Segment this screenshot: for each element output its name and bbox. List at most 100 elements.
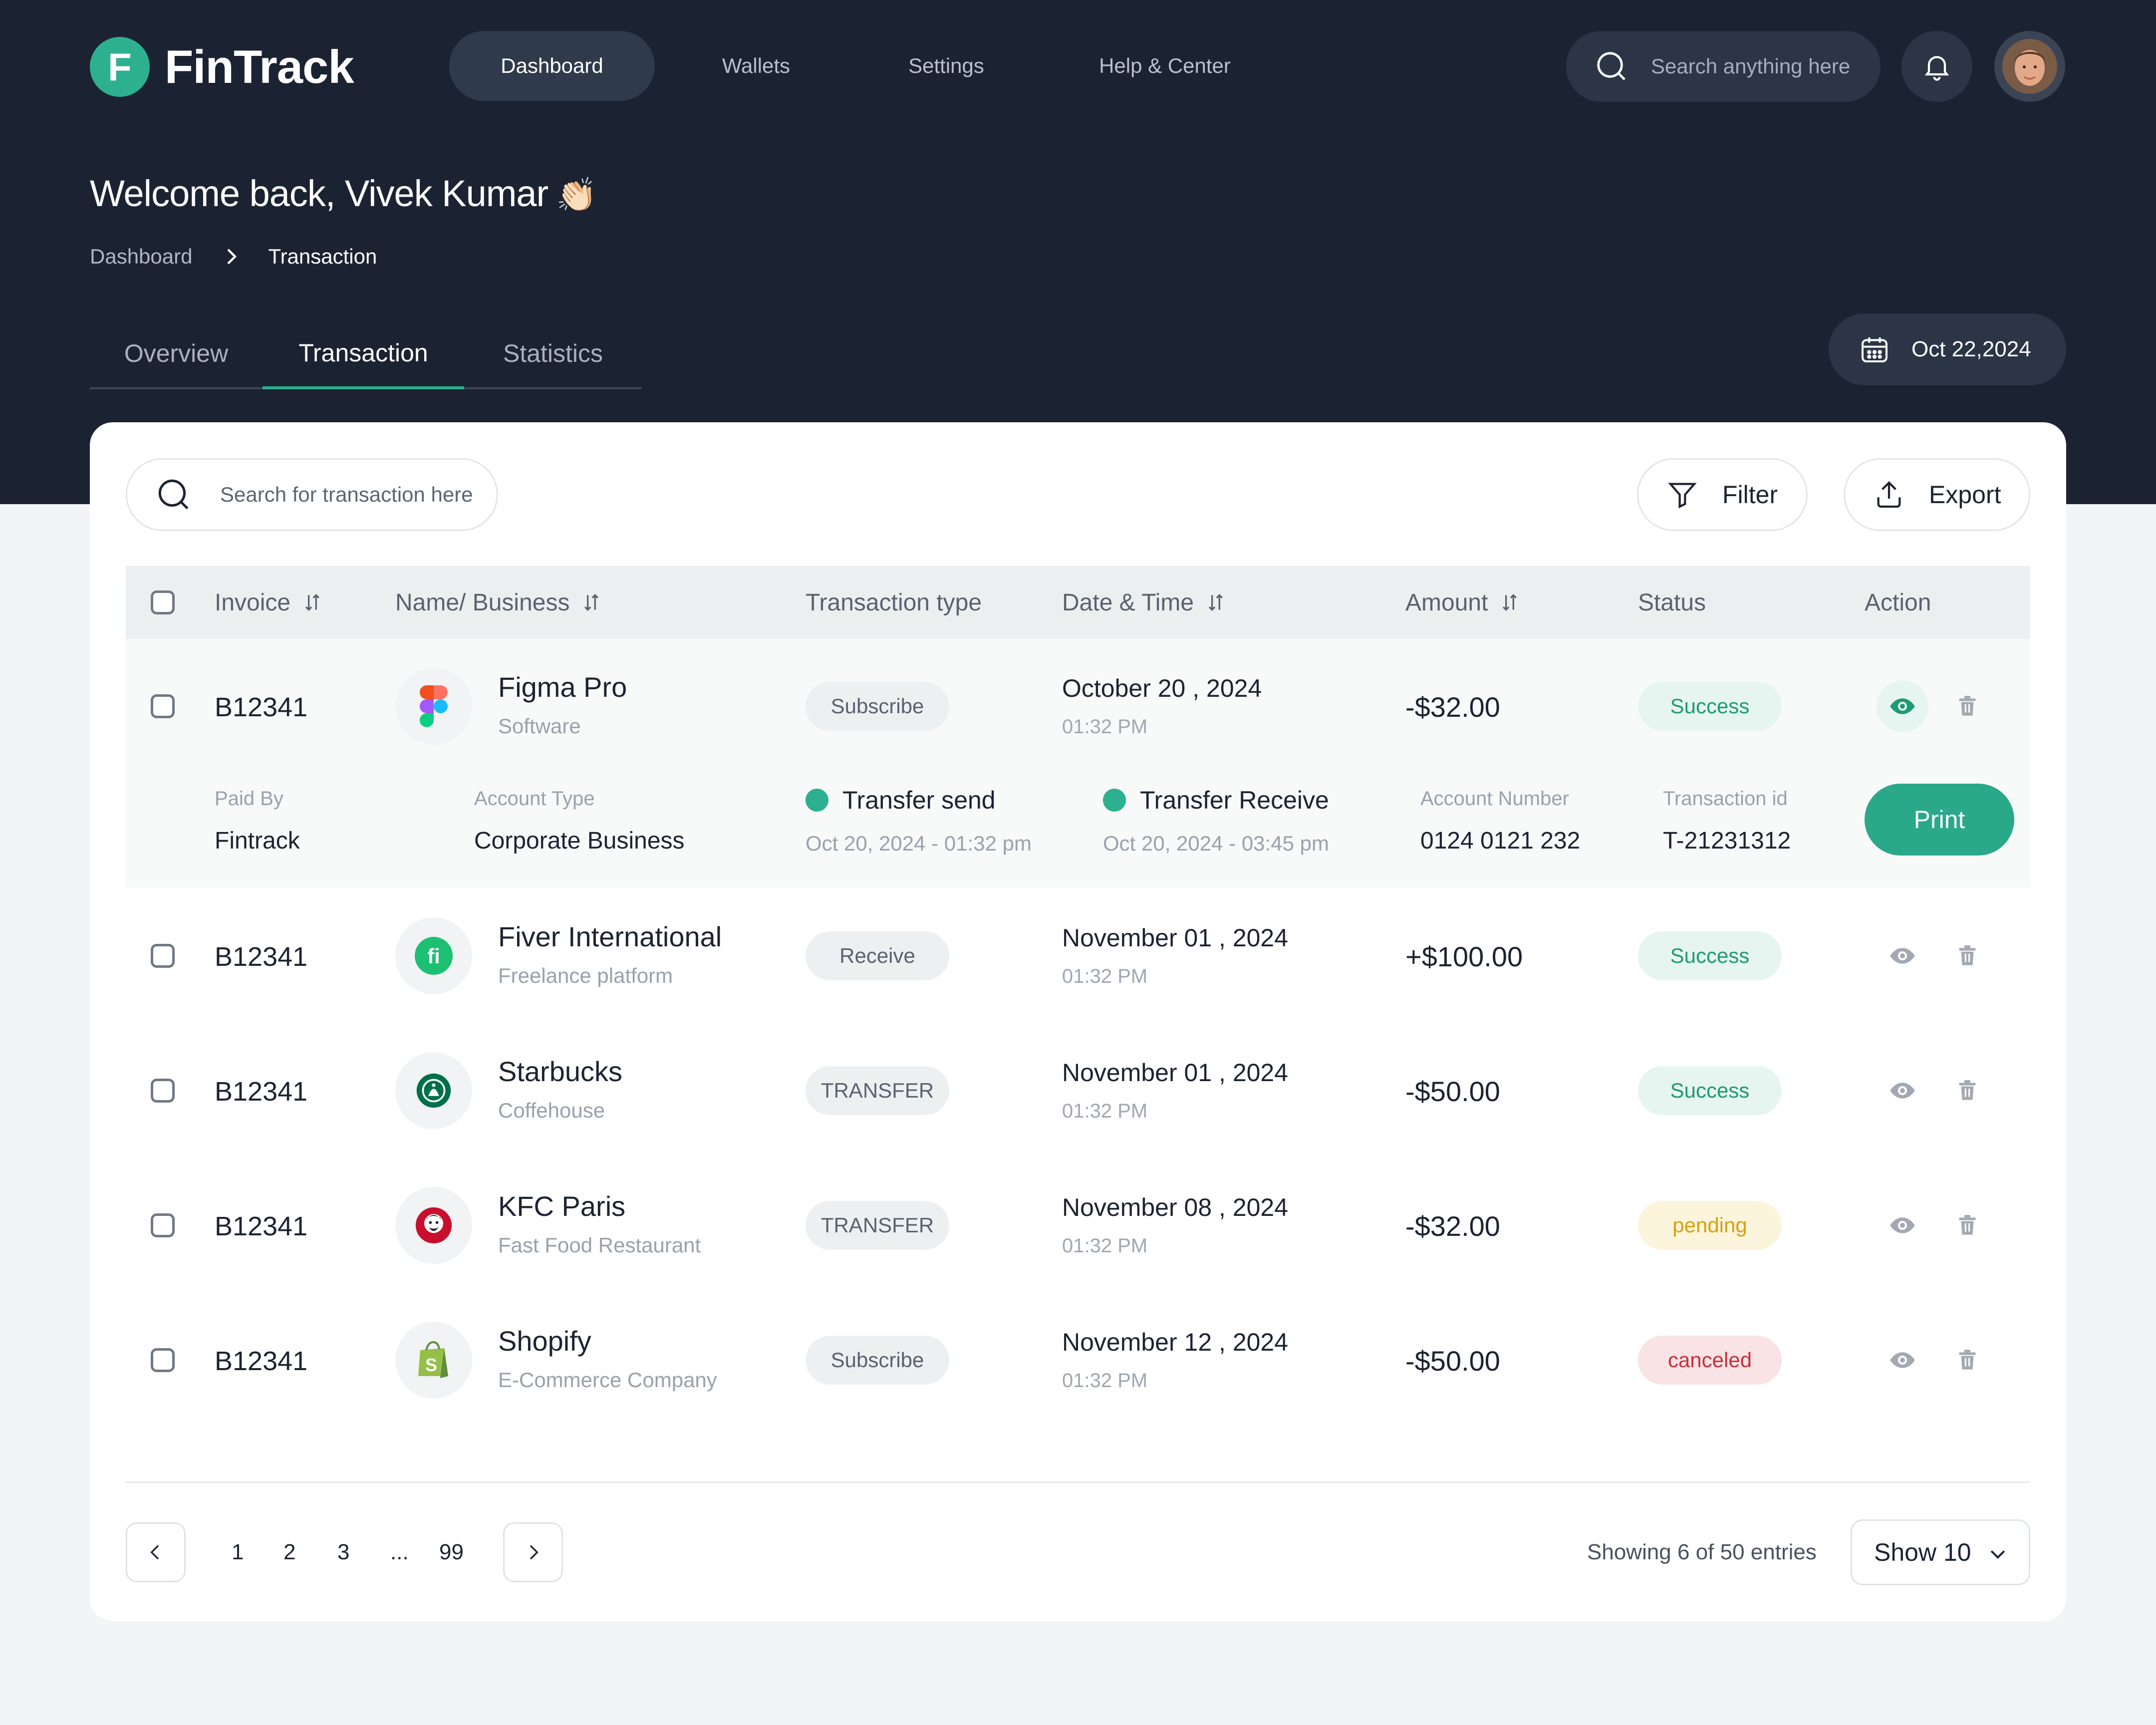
trash-icon bbox=[1959, 1350, 1976, 1370]
svg-text:S: S bbox=[425, 1355, 437, 1375]
nav-wallets[interactable]: Wallets bbox=[655, 31, 857, 101]
invoice-id: B12341 bbox=[215, 1077, 308, 1107]
view-button[interactable] bbox=[1877, 1065, 1928, 1117]
delete-button[interactable] bbox=[1941, 1065, 1993, 1117]
status-badge: canceled bbox=[1638, 1336, 1782, 1385]
delete-button[interactable] bbox=[1941, 1334, 1993, 1386]
row-checkbox[interactable] bbox=[151, 944, 175, 968]
header-datetime[interactable]: Date & Time bbox=[1062, 566, 1227, 639]
header-amount[interactable]: Amount bbox=[1405, 566, 1521, 639]
starbucks-logo-icon bbox=[395, 1052, 472, 1129]
transaction-date: November 01 , 2024 bbox=[1062, 1059, 1289, 1087]
table-row[interactable]: B12341 Starbucks Coffehouse TRANSFER Nov… bbox=[126, 1023, 2030, 1158]
table-row[interactable]: B12341 S Shopify E-Commerce Company Subs… bbox=[126, 1293, 2030, 1428]
nav-settings[interactable]: Settings bbox=[857, 31, 1035, 101]
transaction-amount: -$32.00 bbox=[1405, 1210, 1500, 1242]
tab-overview[interactable]: Overview bbox=[90, 319, 263, 387]
delete-button[interactable] bbox=[1941, 680, 1993, 732]
page-size-select[interactable]: Show 10 bbox=[1851, 1519, 2030, 1585]
invoice-id: B12341 bbox=[215, 692, 308, 722]
row-checkbox[interactable] bbox=[151, 1079, 175, 1103]
page-3[interactable]: 3 bbox=[337, 1522, 349, 1582]
calendar-icon bbox=[1862, 337, 1887, 362]
view-button[interactable] bbox=[1877, 680, 1928, 732]
nav-dashboard[interactable]: Dashboard bbox=[449, 31, 655, 101]
page-2[interactable]: 2 bbox=[283, 1522, 295, 1582]
filter-button[interactable]: Filter bbox=[1637, 458, 1808, 531]
date-picker[interactable]: Oct 22,2024 bbox=[1829, 313, 2066, 385]
transaction-date: October 20 , 2024 bbox=[1062, 674, 1262, 702]
transaction-type-badge: TRANSFER bbox=[806, 1066, 949, 1115]
figma-logo-icon bbox=[395, 668, 472, 745]
header-invoice[interactable]: Invoice bbox=[215, 566, 323, 639]
filter-icon bbox=[1668, 483, 1697, 509]
business-info: Starbucks Coffehouse bbox=[498, 1055, 622, 1123]
view-button[interactable] bbox=[1877, 1334, 1928, 1386]
business-category: Freelance platform bbox=[498, 964, 673, 987]
export-button[interactable]: Export bbox=[1844, 458, 2030, 531]
transaction-datetime: November 12 , 2024 01:32 PM bbox=[1062, 1328, 1288, 1392]
transfer-send-date: Oct 20, 2024 - 01:32 pm bbox=[806, 832, 1032, 855]
chevron-down-icon bbox=[1990, 1550, 2005, 1559]
welcome-heading: Welcome back, Vivek Kumar 👏🏻 bbox=[90, 172, 597, 215]
table-header: Invoice Name/ Business Transaction type … bbox=[126, 566, 2030, 639]
page-ellipsis: ... bbox=[390, 1540, 409, 1564]
filter-label: Filter bbox=[1722, 481, 1778, 509]
table-row[interactable]: B12341 KFC Paris Fast Food Restaurant TR… bbox=[126, 1158, 2030, 1293]
breadcrumb-transaction: Transaction bbox=[268, 245, 377, 268]
user-avatar[interactable] bbox=[1994, 31, 2065, 102]
header-type-label: Transaction type bbox=[806, 589, 982, 616]
search-icon bbox=[158, 479, 189, 510]
kfc-logo-icon bbox=[395, 1187, 472, 1264]
transaction-type-badge: Subscribe bbox=[806, 1336, 949, 1385]
transaction-type-badge: TRANSFER bbox=[806, 1201, 949, 1250]
transactions-card: Search for transaction here Filter Expor… bbox=[90, 422, 2066, 1621]
transaction-date: November 01 , 2024 bbox=[1062, 924, 1289, 952]
tab-statistics[interactable]: Statistics bbox=[464, 319, 642, 387]
header-name[interactable]: Name/ Business bbox=[395, 566, 602, 639]
global-search-input[interactable]: Search anything here bbox=[1566, 31, 1881, 102]
row-checkbox[interactable] bbox=[151, 1348, 175, 1372]
previous-page-button[interactable] bbox=[126, 1522, 186, 1582]
breadcrumb-dashboard[interactable]: Dashboard bbox=[90, 245, 192, 269]
table-row[interactable]: B12341 fi Fiver International Freelance … bbox=[126, 888, 2030, 1023]
status-badge: pending bbox=[1638, 1201, 1782, 1250]
row-checkbox[interactable] bbox=[151, 694, 175, 718]
sort-icon bbox=[1209, 593, 1223, 611]
tab-transaction[interactable]: Transaction bbox=[263, 319, 464, 389]
account-number: Account Number 0124 0121 232 bbox=[1420, 788, 1580, 855]
app-logo[interactable]: F FinTrack bbox=[90, 37, 354, 97]
account-number-value: 0124 0121 232 bbox=[1420, 828, 1581, 854]
transaction-search-input[interactable]: Search for transaction here bbox=[126, 458, 498, 531]
eye-icon bbox=[1890, 1217, 1915, 1233]
app-name: FinTrack bbox=[165, 40, 354, 93]
view-button[interactable] bbox=[1877, 930, 1928, 982]
view-button[interactable] bbox=[1877, 1199, 1928, 1251]
header-name-label: Name/ Business bbox=[395, 589, 570, 616]
page-1[interactable]: 1 bbox=[232, 1522, 244, 1582]
page-size-value: Show 10 bbox=[1874, 1538, 1971, 1566]
eye-icon bbox=[1890, 1352, 1915, 1368]
status-badge: Success bbox=[1638, 682, 1782, 731]
delete-button[interactable] bbox=[1941, 1199, 1993, 1251]
header-status: Status bbox=[1638, 566, 1706, 639]
business-name: Shopify bbox=[498, 1325, 591, 1357]
nav-help-center[interactable]: Help & Center bbox=[1035, 31, 1295, 101]
business-name: Starbucks bbox=[498, 1056, 622, 1087]
notifications-button[interactable] bbox=[1901, 31, 1972, 102]
next-page-button[interactable] bbox=[503, 1522, 563, 1582]
header-action-label: Action bbox=[1865, 589, 1931, 616]
row-checkbox[interactable] bbox=[151, 1213, 175, 1237]
invoice-id: B12341 bbox=[215, 1211, 308, 1241]
main-nav: Dashboard Wallets Settings Help & Center bbox=[449, 31, 1295, 101]
transaction-id-label: Transaction id bbox=[1663, 788, 1788, 810]
header-amount-label: Amount bbox=[1405, 589, 1488, 616]
transaction-time: 01:32 PM bbox=[1062, 1235, 1148, 1257]
transaction-time: 01:32 PM bbox=[1062, 716, 1148, 738]
page-99[interactable]: 99 bbox=[439, 1522, 464, 1582]
delete-button[interactable] bbox=[1941, 930, 1993, 982]
sort-icon bbox=[584, 593, 599, 611]
select-all-checkbox[interactable] bbox=[151, 590, 175, 614]
print-button[interactable]: Print bbox=[1865, 784, 2014, 856]
eye-icon bbox=[1890, 698, 1915, 714]
